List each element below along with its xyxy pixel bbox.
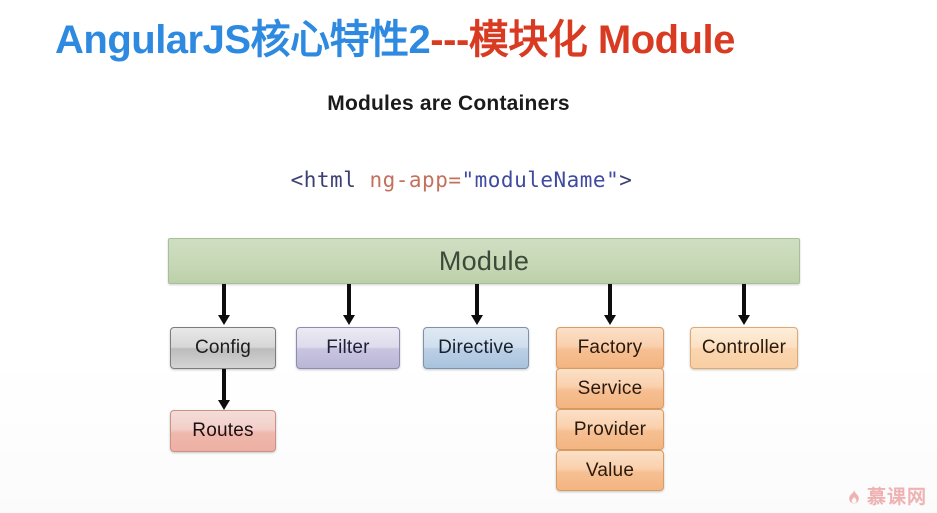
diagram-node-config: Config [170, 327, 276, 369]
diagram-node-module-label: Module [438, 245, 530, 276]
diagram-node-factory-label: Factory [577, 337, 643, 358]
flame-icon [849, 489, 859, 504]
diagram-node-controller-label: Controller [701, 337, 787, 358]
watermark-text: 慕课网 [866, 486, 927, 508]
watermark: 慕课网 [845, 487, 927, 507]
diagram-node-value-label: Value [585, 459, 635, 481]
diagram-node-config-label: Config [194, 337, 252, 358]
diagram-node-service: Service [556, 368, 664, 409]
arrow-module-to-directive [475, 284, 479, 316]
diagram-node-routes: Routes [170, 410, 276, 452]
diagram-node-directive: Directive [423, 327, 529, 369]
slide-canvas: AngularJS核心特性2---模块化 Module Modules are … [0, 0, 937, 513]
diagram-node-filter: Filter [296, 327, 400, 369]
diagram-node-controller: Controller [690, 327, 798, 369]
diagram-node-directive-label: Directive [438, 337, 514, 358]
diagram-node-provider-label: Provider [573, 418, 647, 440]
diagram-node-service-label: Service [577, 377, 643, 399]
arrow-module-to-factory [608, 284, 612, 316]
diagram-node-factory: Factory [556, 327, 664, 369]
diagram-node-value: Value [556, 450, 664, 491]
arrow-module-to-config [222, 284, 226, 316]
diagram-node-module: Module [168, 238, 800, 284]
arrow-module-to-controller [742, 284, 746, 316]
diagram-node-filter-label: Filter [326, 337, 370, 358]
arrow-config-to-routes [222, 369, 226, 401]
diagram-node-provider: Provider [556, 409, 664, 450]
module-diagram: Module Config Filter Directive Factory C… [0, 0, 937, 513]
diagram-node-routes-label: Routes [192, 420, 254, 441]
arrow-module-to-filter [347, 284, 351, 316]
